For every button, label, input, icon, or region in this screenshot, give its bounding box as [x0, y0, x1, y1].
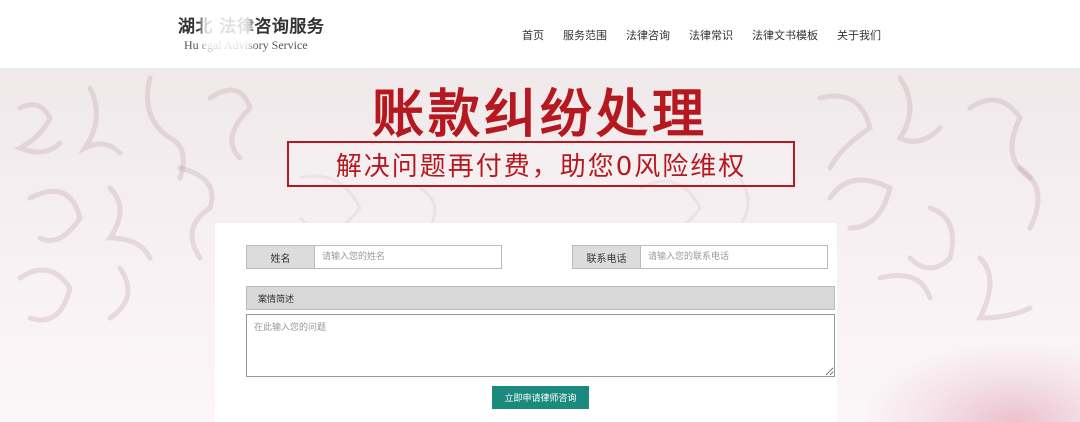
- banner-headline: 账款纠纷处理: [371, 85, 708, 145]
- nav-service-scope[interactable]: 服务范围: [563, 27, 607, 43]
- nav-home[interactable]: 首页: [522, 27, 544, 43]
- main-nav: 首页 服务范围 法律咨询 法律常识 法律文书模板 关于我们: [522, 27, 881, 43]
- description-textarea[interactable]: [246, 314, 835, 377]
- submit-consult-button[interactable]: 立即申请律师咨询: [492, 386, 589, 409]
- nav-legal-consult[interactable]: 法律咨询: [626, 27, 670, 43]
- phone-field: 联系电话: [572, 245, 828, 269]
- name-input[interactable]: [315, 246, 501, 268]
- nav-document-templates[interactable]: 法律文书模板: [752, 27, 818, 43]
- banner-tagline-box: 解决问题再付费，助您0风险维权: [287, 141, 795, 187]
- nav-about-us[interactable]: 关于我们: [837, 27, 881, 43]
- banner-tagline: 解决问题再付费，助您0风险维权: [335, 151, 747, 182]
- name-field: 姓名: [246, 245, 502, 269]
- hero-banner: 账款纠纷处理 解决问题再付费，助您0风险维权 姓名 联系电话 案情简述 立即申请…: [0, 68, 1080, 422]
- pink-mountain-decoration: [860, 342, 1080, 422]
- description-label: 案情简述: [246, 286, 835, 310]
- site-header: 湖北 法律咨询服务 Hu egal Advisory Service 首页 服务…: [0, 0, 1080, 68]
- phone-input[interactable]: [641, 246, 827, 268]
- nav-legal-knowledge[interactable]: 法律常识: [689, 27, 733, 43]
- name-label: 姓名: [247, 246, 315, 268]
- logo-redaction-blur: [202, 12, 252, 52]
- site-logo[interactable]: 湖北 法律咨询服务 Hu egal Advisory Service: [178, 12, 324, 53]
- consultation-form: 姓名 联系电话 案情简述 立即申请律师咨询: [215, 223, 837, 422]
- phone-label: 联系电话: [573, 246, 641, 268]
